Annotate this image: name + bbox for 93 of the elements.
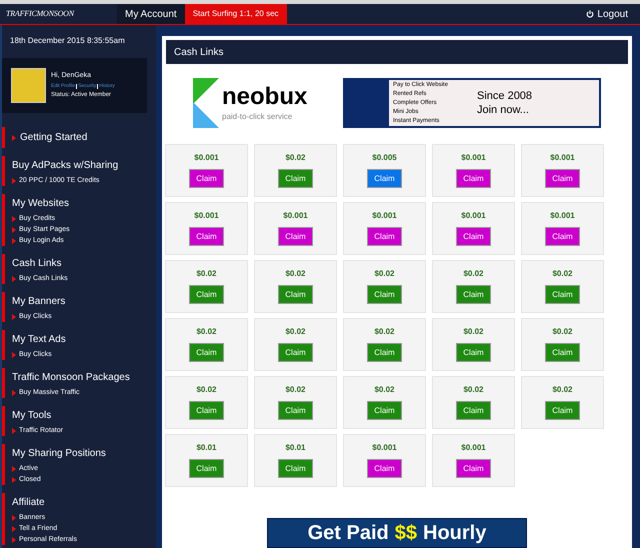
arrow-icon (12, 390, 16, 396)
reward-amount: $0.001 (194, 210, 219, 222)
claim-button[interactable]: Claim (278, 227, 313, 246)
arrow-icon (12, 314, 16, 320)
claim-button[interactable]: Claim (545, 169, 580, 188)
reward-amount: $0.001 (372, 442, 397, 454)
reward-amount: $0.02 (374, 268, 395, 280)
logout-link[interactable]: Logout (586, 4, 640, 24)
claim-button[interactable]: Claim (278, 285, 313, 304)
claim-button[interactable]: Claim (456, 227, 491, 246)
arrow-icon (12, 178, 16, 184)
claim-button[interactable]: Claim (545, 285, 580, 304)
claim-button[interactable]: Claim (189, 401, 224, 420)
claim-button[interactable]: Claim (456, 169, 491, 188)
arrow-icon (12, 276, 16, 282)
reward-amount: $0.001 (461, 152, 486, 164)
ad-slogan: Join now... (477, 103, 530, 117)
sidebar-heading: Affiliate (12, 496, 46, 510)
sidebar-heading: Buy AdPacks w/Sharing (12, 159, 120, 173)
reward-amount: $0.02 (552, 268, 573, 280)
reward-amount: $0.02 (552, 384, 573, 396)
power-icon (586, 10, 594, 18)
claim-button[interactable]: Claim (189, 459, 224, 478)
reward-amount: $0.02 (285, 152, 306, 164)
date-time: 18th December 2015 8:35:55am (9, 35, 126, 47)
reward-amount: $0.02 (285, 384, 306, 396)
reward-amount: $0.02 (552, 326, 573, 338)
brand-name: neobux (222, 83, 308, 111)
claim-button[interactable]: Claim (189, 227, 224, 246)
nav-tab[interactable]: My Account (117, 4, 185, 24)
banner-text: $$ (394, 521, 418, 546)
claim-button[interactable]: Claim (456, 401, 491, 420)
brand-tagline: paid-to-click service (222, 111, 294, 123)
reward-amount: $0.02 (196, 326, 217, 338)
reward-amount: $0.001 (194, 152, 219, 164)
claim-button[interactable]: Claim (456, 285, 491, 304)
claim-button[interactable]: Claim (189, 169, 224, 188)
claim-button[interactable]: Claim (278, 459, 313, 478)
sidebar-heading: Traffic Monsoon Packages (12, 371, 131, 385)
reward-amount: $0.001 (461, 442, 486, 454)
claim-button[interactable]: Claim (367, 169, 402, 188)
claim-button[interactable]: Claim (456, 459, 491, 478)
banner-text: Hourly (423, 521, 486, 546)
sidebar-link[interactable]: Getting Started (12, 127, 156, 148)
claim-button[interactable]: Claim (367, 227, 402, 246)
claim-button[interactable]: Claim (278, 169, 313, 188)
reward-amount: $0.001 (461, 210, 486, 222)
nav-tab[interactable]: Start Surfing 1:1, 20 sec (184, 4, 287, 24)
banner-text: Get Paid (308, 521, 389, 546)
reward-amount: $0.02 (196, 268, 217, 280)
neobux-logo[interactable]: neobux paid-to-click service (193, 78, 339, 128)
claim-button[interactable]: Claim (278, 401, 313, 420)
reward-amount: $0.001 (550, 152, 575, 164)
reward-amount: $0.001 (550, 210, 575, 222)
claim-button[interactable]: Claim (278, 343, 313, 362)
arrow-icon (12, 134, 16, 140)
sidebar-heading: Cash Links (12, 257, 62, 271)
logo[interactable]: TRAFFICMONSOON (6, 8, 74, 20)
reward-amount: $0.005 (372, 152, 397, 164)
sidebar-heading: My Websites (12, 197, 70, 211)
reward-amount: $0.02 (463, 384, 484, 396)
ad-slogan: Since 2008 (477, 89, 532, 103)
claim-button[interactable]: Claim (367, 285, 402, 304)
claim-button[interactable]: Claim (189, 285, 224, 304)
claim-button[interactable]: Claim (189, 343, 224, 362)
reward-amount: $0.01 (196, 442, 217, 454)
sidebar-heading: My Sharing Positions (12, 447, 107, 461)
arrow-icon (12, 428, 16, 434)
reward-amount: $0.02 (285, 326, 306, 338)
promo-banner[interactable]: Get Paid $$ Hourly (267, 518, 527, 548)
claim-button[interactable]: Claim (367, 343, 402, 362)
claim-button[interactable]: Claim (545, 401, 580, 420)
claim-button[interactable]: Claim (456, 343, 491, 362)
claim-button[interactable]: Claim (545, 343, 580, 362)
reward-amount: $0.001 (372, 210, 397, 222)
sidebar-heading: My Banners (12, 295, 66, 309)
reward-amount: $0.01 (285, 442, 306, 454)
claim-button[interactable]: Claim (367, 401, 402, 420)
section-title: Cash Links (174, 46, 224, 60)
sidebar-heading: My Text Ads (12, 333, 67, 347)
reward-amount: $0.001 (283, 210, 308, 222)
sidebar-heading: My Tools (12, 409, 52, 423)
reward-amount: $0.02 (463, 326, 484, 338)
reward-amount: $0.02 (285, 268, 306, 280)
claim-button[interactable]: Claim (367, 459, 402, 478)
logo-mark-icon (193, 78, 219, 128)
claim-button[interactable]: Claim (545, 227, 580, 246)
arrow-icon (12, 352, 16, 358)
reward-amount: $0.02 (374, 326, 395, 338)
reward-amount: $0.02 (374, 384, 395, 396)
reward-amount: $0.02 (463, 268, 484, 280)
reward-amount: $0.02 (196, 384, 217, 396)
avatar-placeholder (11, 68, 46, 103)
